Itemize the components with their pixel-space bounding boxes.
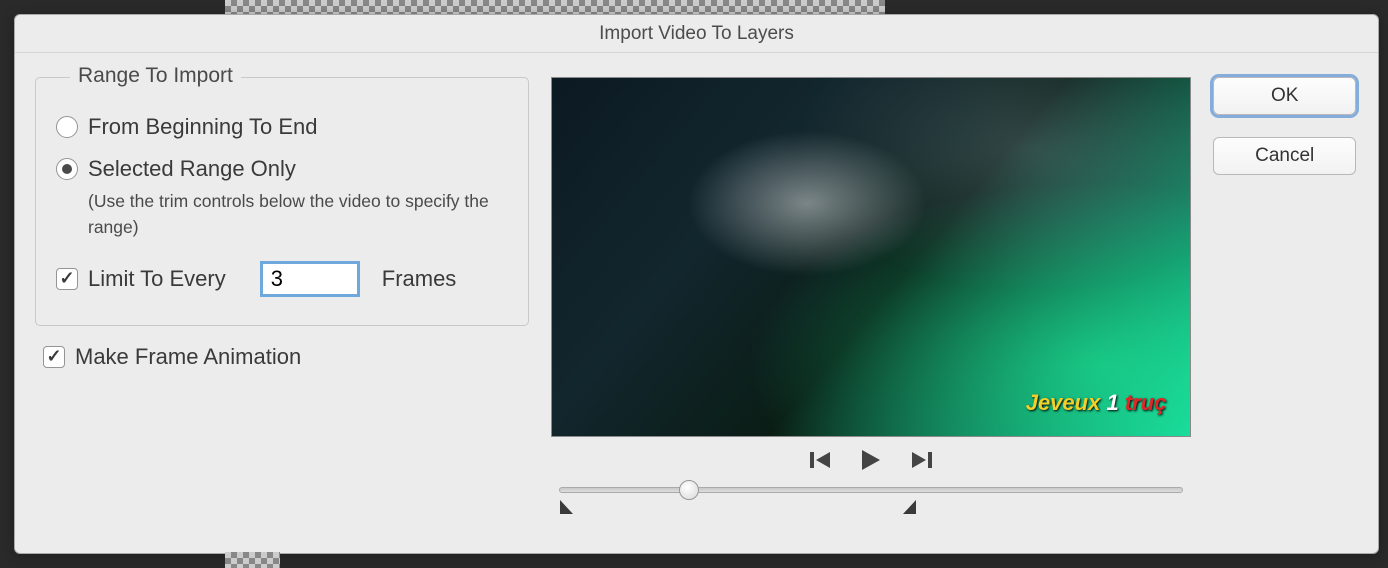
- step-forward-icon[interactable]: [906, 450, 932, 470]
- make-frame-animation-label: Make Frame Animation: [75, 344, 301, 370]
- make-frame-animation-checkbox[interactable]: [43, 346, 65, 368]
- play-icon[interactable]: [860, 449, 882, 471]
- trim-slider[interactable]: [551, 481, 1191, 521]
- radio-selected-range[interactable]: Selected Range Only: [56, 156, 508, 182]
- slider-playhead[interactable]: [679, 480, 699, 500]
- slider-track[interactable]: [559, 487, 1183, 493]
- limit-every-checkbox[interactable]: [56, 268, 78, 290]
- selected-range-hint: (Use the trim controls below the video t…: [88, 188, 508, 241]
- radio-selected-range-label: Selected Range Only: [88, 156, 296, 182]
- video-preview: Jeveux 1 truç: [551, 77, 1191, 437]
- radio-from-beginning[interactable]: From Beginning To End: [56, 114, 508, 140]
- radio-selected-range-input[interactable]: [56, 158, 78, 180]
- range-legend: Range To Import: [70, 64, 241, 88]
- limit-every-label: Limit To Every: [88, 266, 226, 292]
- radio-from-beginning-input[interactable]: [56, 116, 78, 138]
- background-checker-bottom: [225, 552, 280, 568]
- make-frame-animation-row: Make Frame Animation: [43, 344, 529, 370]
- transport-controls: [551, 449, 1191, 471]
- subtitle-word-3: truç: [1125, 390, 1167, 415]
- trim-start-handle[interactable]: [559, 499, 575, 515]
- dialog-title: Import Video To Layers: [15, 15, 1378, 53]
- cancel-button[interactable]: Cancel: [1213, 137, 1356, 175]
- range-to-import-group: Range To Import From Beginning To End Se…: [35, 77, 529, 326]
- radio-from-beginning-label: From Beginning To End: [88, 114, 318, 140]
- subtitle-word-1: Jeveux: [1026, 390, 1101, 415]
- ok-button[interactable]: OK: [1213, 77, 1356, 115]
- video-subtitle: Jeveux 1 truç: [1026, 390, 1167, 416]
- limit-every-row: Limit To Every Frames: [56, 261, 508, 297]
- limit-every-input[interactable]: [260, 261, 360, 297]
- preview-image-placeholder: [552, 78, 1190, 436]
- background-checker-top: [225, 0, 885, 14]
- trim-end-handle[interactable]: [901, 499, 917, 515]
- limit-every-suffix: Frames: [382, 266, 457, 292]
- subtitle-word-2: 1: [1106, 390, 1118, 415]
- import-video-dialog: Import Video To Layers Range To Import F…: [14, 14, 1379, 554]
- step-back-icon[interactable]: [810, 450, 836, 470]
